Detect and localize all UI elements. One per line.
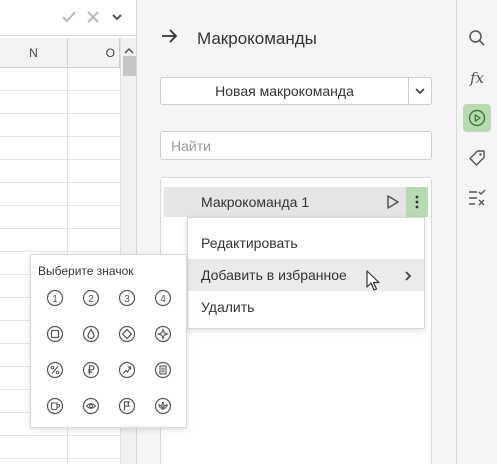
new-macro-button[interactable]: Новая макрокоманда bbox=[160, 77, 432, 105]
menu-item-delete[interactable]: Удалить bbox=[188, 291, 424, 323]
grid-row[interactable] bbox=[0, 183, 120, 206]
flag-icon[interactable] bbox=[117, 396, 137, 416]
circle-4-icon[interactable]: 4 bbox=[153, 288, 173, 308]
macro-label[interactable]: Макрокоманда 1 bbox=[201, 194, 380, 210]
scroll-thumb[interactable] bbox=[123, 56, 136, 76]
panel-header: Макрокоманды bbox=[161, 28, 317, 49]
context-menu: Редактировать Добавить в избранное Удали… bbox=[187, 217, 425, 329]
column-header-o[interactable]: O bbox=[68, 38, 120, 68]
eye-icon[interactable] bbox=[81, 396, 101, 416]
percent-icon[interactable] bbox=[45, 360, 65, 380]
list-item[interactable]: Макрокоманда 1 bbox=[164, 187, 428, 217]
menu-item-edit[interactable]: Редактировать bbox=[188, 227, 424, 259]
grid-row[interactable] bbox=[0, 68, 120, 91]
search-input[interactable] bbox=[160, 131, 432, 160]
circle-3-icon[interactable]: 3 bbox=[117, 288, 137, 308]
tag-icon[interactable] bbox=[463, 144, 491, 172]
circle-2-icon[interactable]: 2 bbox=[81, 288, 101, 308]
chevron-down-icon[interactable] bbox=[108, 8, 126, 26]
icon-digit: 2 bbox=[88, 294, 94, 305]
menu-item-label: Добавить в избранное bbox=[201, 267, 347, 283]
icon-picker-title: Выберите значок bbox=[38, 264, 134, 278]
close-icon[interactable] bbox=[84, 8, 102, 26]
right-toolbar: fx bbox=[457, 0, 497, 464]
new-macro-label[interactable]: Новая макрокоманда bbox=[161, 78, 408, 104]
play-icon[interactable] bbox=[380, 187, 406, 217]
grid-row[interactable] bbox=[0, 91, 120, 114]
icon-picker: Выберите значок 1 2 3 4 bbox=[30, 254, 187, 428]
more-vertical-icon[interactable] bbox=[406, 187, 428, 217]
mouse-cursor-icon bbox=[366, 270, 380, 297]
square-icon[interactable] bbox=[45, 324, 65, 344]
lotus-icon[interactable] bbox=[153, 396, 173, 416]
cup-icon[interactable] bbox=[45, 396, 65, 416]
grid-row[interactable] bbox=[0, 206, 120, 229]
diamond-icon[interactable] bbox=[117, 324, 137, 344]
checklist-icon[interactable] bbox=[463, 184, 491, 212]
check-icon[interactable] bbox=[60, 8, 78, 26]
grid-row[interactable] bbox=[0, 137, 120, 160]
column-header-n[interactable]: N bbox=[0, 38, 68, 68]
icon-digit: 3 bbox=[124, 294, 130, 305]
document-icon[interactable] bbox=[153, 360, 173, 380]
macros-icon[interactable] bbox=[463, 104, 491, 132]
chevron-down-icon[interactable] bbox=[408, 78, 431, 104]
fx-icon[interactable]: fx bbox=[463, 64, 491, 92]
formula-bar bbox=[0, 0, 136, 36]
grid-row[interactable] bbox=[0, 436, 120, 459]
grid-row[interactable] bbox=[0, 229, 120, 252]
menu-item-add-favorite[interactable]: Добавить в избранное bbox=[188, 259, 424, 291]
sparkle-icon[interactable] bbox=[153, 324, 173, 344]
search-icon[interactable] bbox=[463, 24, 491, 52]
arrow-right-icon[interactable] bbox=[161, 28, 179, 49]
chevron-right-icon bbox=[404, 269, 412, 285]
grid-row[interactable] bbox=[0, 160, 120, 183]
icon-digit: 4 bbox=[160, 294, 166, 305]
circle-1-icon[interactable]: 1 bbox=[45, 288, 65, 308]
ruble-icon[interactable] bbox=[81, 360, 101, 380]
drop-icon[interactable] bbox=[81, 324, 101, 344]
icon-digit: 1 bbox=[52, 294, 58, 305]
panel-title: Макрокоманды bbox=[197, 28, 317, 48]
grid-row[interactable] bbox=[0, 114, 120, 137]
trend-arrow-icon[interactable] bbox=[117, 360, 137, 380]
